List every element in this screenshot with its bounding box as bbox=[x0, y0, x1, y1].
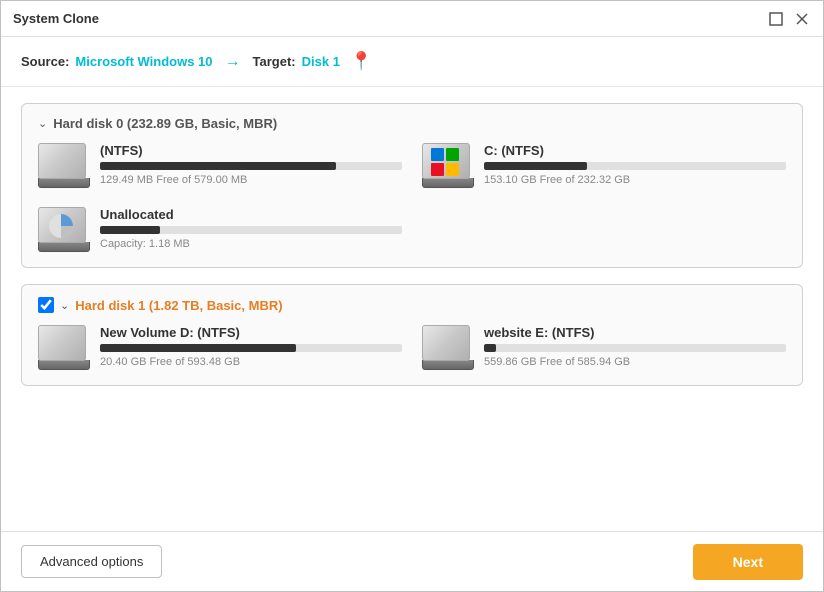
partition-info-e: website E: (NTFS) 559.86 GB Free of 585.… bbox=[484, 325, 786, 368]
disk-section-1: ⌄ Hard disk 1 (1.82 TB, Basic, MBR) New … bbox=[21, 284, 803, 386]
close-button[interactable] bbox=[793, 10, 811, 28]
source-value: Microsoft Windows 10 bbox=[75, 54, 212, 69]
progress-bar-bg bbox=[100, 226, 402, 234]
content-area: ⌄ Hard disk 0 (232.89 GB, Basic, MBR) (N… bbox=[1, 87, 823, 531]
title-bar: System Clone bbox=[1, 1, 823, 37]
windows-icon bbox=[431, 148, 459, 176]
drive-icon-0 bbox=[38, 143, 90, 191]
list-item: New Volume D: (NTFS) 20.40 GB Free of 59… bbox=[38, 325, 402, 373]
partition-free: 153.10 GB Free of 232.32 GB bbox=[484, 174, 786, 186]
progress-bar-bg bbox=[100, 344, 402, 352]
disk1-header: ⌄ Hard disk 1 (1.82 TB, Basic, MBR) bbox=[38, 297, 786, 313]
drive-icon-e bbox=[422, 325, 474, 373]
partition-name: website E: (NTFS) bbox=[484, 325, 786, 340]
footer: Advanced options Next bbox=[1, 531, 823, 591]
partition-free: Capacity: 1.18 MB bbox=[100, 238, 402, 250]
title-controls bbox=[767, 10, 811, 28]
list-item: C: (NTFS) 153.10 GB Free of 232.32 GB bbox=[422, 143, 786, 191]
partition-free: 559.86 GB Free of 585.94 GB bbox=[484, 356, 786, 368]
partition-info-d: New Volume D: (NTFS) 20.40 GB Free of 59… bbox=[100, 325, 402, 368]
progress-bar-fill bbox=[100, 162, 336, 170]
main-window: System Clone Source: Microsoft Windows 1… bbox=[0, 0, 824, 592]
progress-bar-fill bbox=[484, 162, 587, 170]
disk0-header: ⌄ Hard disk 0 (232.89 GB, Basic, MBR) bbox=[38, 116, 786, 131]
partition-info-0: (NTFS) 129.49 MB Free of 579.00 MB bbox=[100, 143, 402, 186]
progress-bar-fill bbox=[484, 344, 496, 352]
pin-icon: 📍 bbox=[350, 51, 372, 72]
list-item: website E: (NTFS) 559.86 GB Free of 585.… bbox=[422, 325, 786, 373]
target-value: Disk 1 bbox=[302, 54, 340, 69]
pie-chart-icon bbox=[47, 212, 75, 240]
disk1-title: Hard disk 1 (1.82 TB, Basic, MBR) bbox=[75, 298, 282, 313]
list-item: Unallocated Capacity: 1.18 MB bbox=[38, 207, 402, 255]
partition-name: C: (NTFS) bbox=[484, 143, 786, 158]
maximize-button[interactable] bbox=[767, 10, 785, 28]
progress-bar-fill bbox=[100, 344, 296, 352]
arrow-icon: → bbox=[225, 53, 241, 71]
drive-icon-unalloc bbox=[38, 207, 90, 255]
partition-name: (NTFS) bbox=[100, 143, 402, 158]
drive-icon-c bbox=[422, 143, 474, 191]
progress-bar-bg bbox=[100, 162, 402, 170]
partition-name: Unallocated bbox=[100, 207, 402, 222]
header-bar: Source: Microsoft Windows 10 → Target: D… bbox=[1, 37, 823, 87]
partition-info-unalloc: Unallocated Capacity: 1.18 MB bbox=[100, 207, 402, 250]
partition-name: New Volume D: (NTFS) bbox=[100, 325, 402, 340]
disk1-chevron[interactable]: ⌄ bbox=[60, 299, 69, 312]
disk0-title: Hard disk 0 (232.89 GB, Basic, MBR) bbox=[53, 116, 277, 131]
disk1-partitions: New Volume D: (NTFS) 20.40 GB Free of 59… bbox=[38, 325, 786, 373]
progress-bar-bg bbox=[484, 344, 786, 352]
progress-bar-bg bbox=[484, 162, 786, 170]
window-title: System Clone bbox=[13, 11, 99, 26]
drive-icon-d bbox=[38, 325, 90, 373]
list-item: (NTFS) 129.49 MB Free of 579.00 MB bbox=[38, 143, 402, 191]
disk0-chevron[interactable]: ⌄ bbox=[38, 117, 47, 130]
disk1-checkbox[interactable] bbox=[38, 297, 54, 313]
target-label: Target: bbox=[253, 54, 296, 69]
source-label: Source: bbox=[21, 54, 69, 69]
progress-bar-fill bbox=[100, 226, 160, 234]
partition-info-c: C: (NTFS) 153.10 GB Free of 232.32 GB bbox=[484, 143, 786, 186]
partition-free: 20.40 GB Free of 593.48 GB bbox=[100, 356, 402, 368]
disk-section-0: ⌄ Hard disk 0 (232.89 GB, Basic, MBR) (N… bbox=[21, 103, 803, 268]
partition-free: 129.49 MB Free of 579.00 MB bbox=[100, 174, 402, 186]
next-button[interactable]: Next bbox=[693, 544, 803, 580]
disk0-partitions: (NTFS) 129.49 MB Free of 579.00 MB bbox=[38, 143, 786, 255]
advanced-options-button[interactable]: Advanced options bbox=[21, 545, 162, 578]
